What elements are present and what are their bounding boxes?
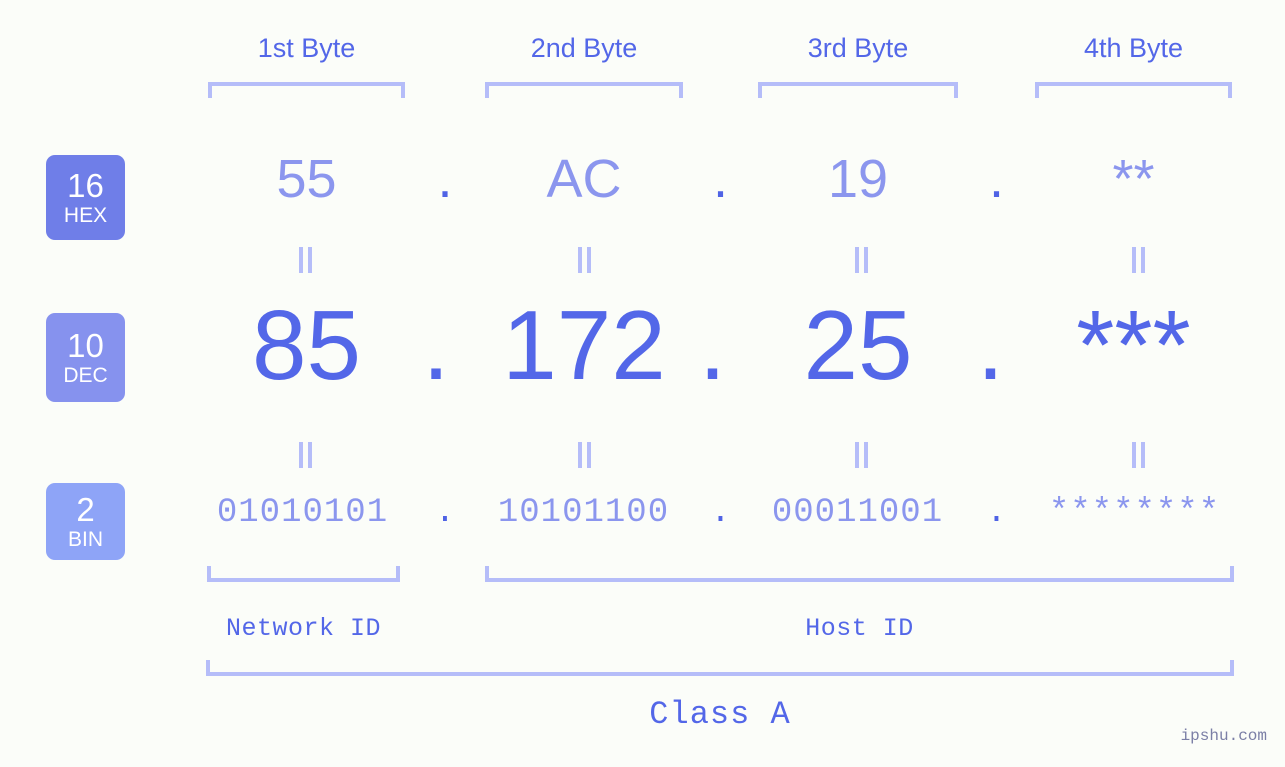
equals-mark-hex-dec-2 xyxy=(574,247,596,273)
byte-header-3: 3rd Byte xyxy=(807,33,909,63)
network-id-bracket xyxy=(207,566,400,582)
bin-byte-1: 01010101 xyxy=(216,494,389,532)
byte-header-2: 2nd Byte xyxy=(530,33,638,63)
class-bracket xyxy=(206,660,1234,676)
bin-byte-3: 00011001 xyxy=(771,494,944,532)
equals-mark-dec-bin-4 xyxy=(1128,442,1150,468)
host-id-bracket xyxy=(485,566,1234,582)
ip-address-breakdown-diagram: 1st Byte 2nd Byte 3rd Byte 4th Byte 16 H… xyxy=(0,0,1285,767)
network-id-label: Network ID xyxy=(225,614,382,643)
bin-byte-4: ******** xyxy=(1048,494,1221,532)
class-label: Class A xyxy=(649,696,791,733)
base-badge-hex-name: HEX xyxy=(63,204,108,227)
hex-byte-3: 19 xyxy=(827,149,889,209)
base-badge-hex-number: 16 xyxy=(67,167,104,204)
byte-header-1: 1st Byte xyxy=(257,33,356,63)
base-badge-dec-name: DEC xyxy=(63,364,108,387)
host-id-label: Host ID xyxy=(805,614,914,643)
site-watermark: ipshu.com xyxy=(1180,727,1267,745)
byte-bracket-4 xyxy=(1035,82,1232,98)
equals-mark-hex-dec-4 xyxy=(1128,247,1150,273)
hex-separator-1: . xyxy=(437,149,453,209)
base-badge-bin-name: BIN xyxy=(67,528,103,551)
equals-mark-hex-dec-3 xyxy=(851,247,873,273)
equals-mark-dec-bin-3 xyxy=(851,442,873,468)
equals-mark-dec-bin-2 xyxy=(574,442,596,468)
dec-separator-3: . xyxy=(976,290,1005,400)
byte-bracket-3 xyxy=(758,82,958,98)
dec-byte-4: *** xyxy=(1076,290,1191,400)
hex-byte-2: AC xyxy=(546,149,622,209)
bin-separator-1: . xyxy=(434,494,456,532)
dec-byte-2: 172 xyxy=(502,290,666,400)
hex-byte-1: 55 xyxy=(276,149,337,209)
base-badge-bin: 2 BIN xyxy=(46,483,125,560)
hex-separator-2: . xyxy=(712,149,728,209)
dec-byte-1: 85 xyxy=(251,290,361,400)
hex-separator-3: . xyxy=(988,149,1004,209)
dec-separator-1: . xyxy=(422,290,450,400)
equals-mark-dec-bin-1 xyxy=(295,442,317,468)
equals-mark-hex-dec-1 xyxy=(295,247,317,273)
base-badge-bin-number: 2 xyxy=(76,491,95,528)
bin-byte-2: 10101100 xyxy=(497,494,670,532)
base-badge-dec-number: 10 xyxy=(67,327,104,364)
dec-byte-3: 25 xyxy=(803,290,913,400)
dec-separator-2: . xyxy=(698,290,727,400)
byte-header-4: 4th Byte xyxy=(1083,33,1184,63)
base-badge-dec: 10 DEC xyxy=(46,313,125,402)
byte-bracket-2 xyxy=(485,82,683,98)
base-badge-hex: 16 HEX xyxy=(46,155,125,240)
bin-separator-3: . xyxy=(986,494,1007,532)
hex-byte-4: ** xyxy=(1112,149,1155,209)
byte-bracket-1 xyxy=(208,82,405,98)
bin-separator-2: . xyxy=(710,494,731,532)
